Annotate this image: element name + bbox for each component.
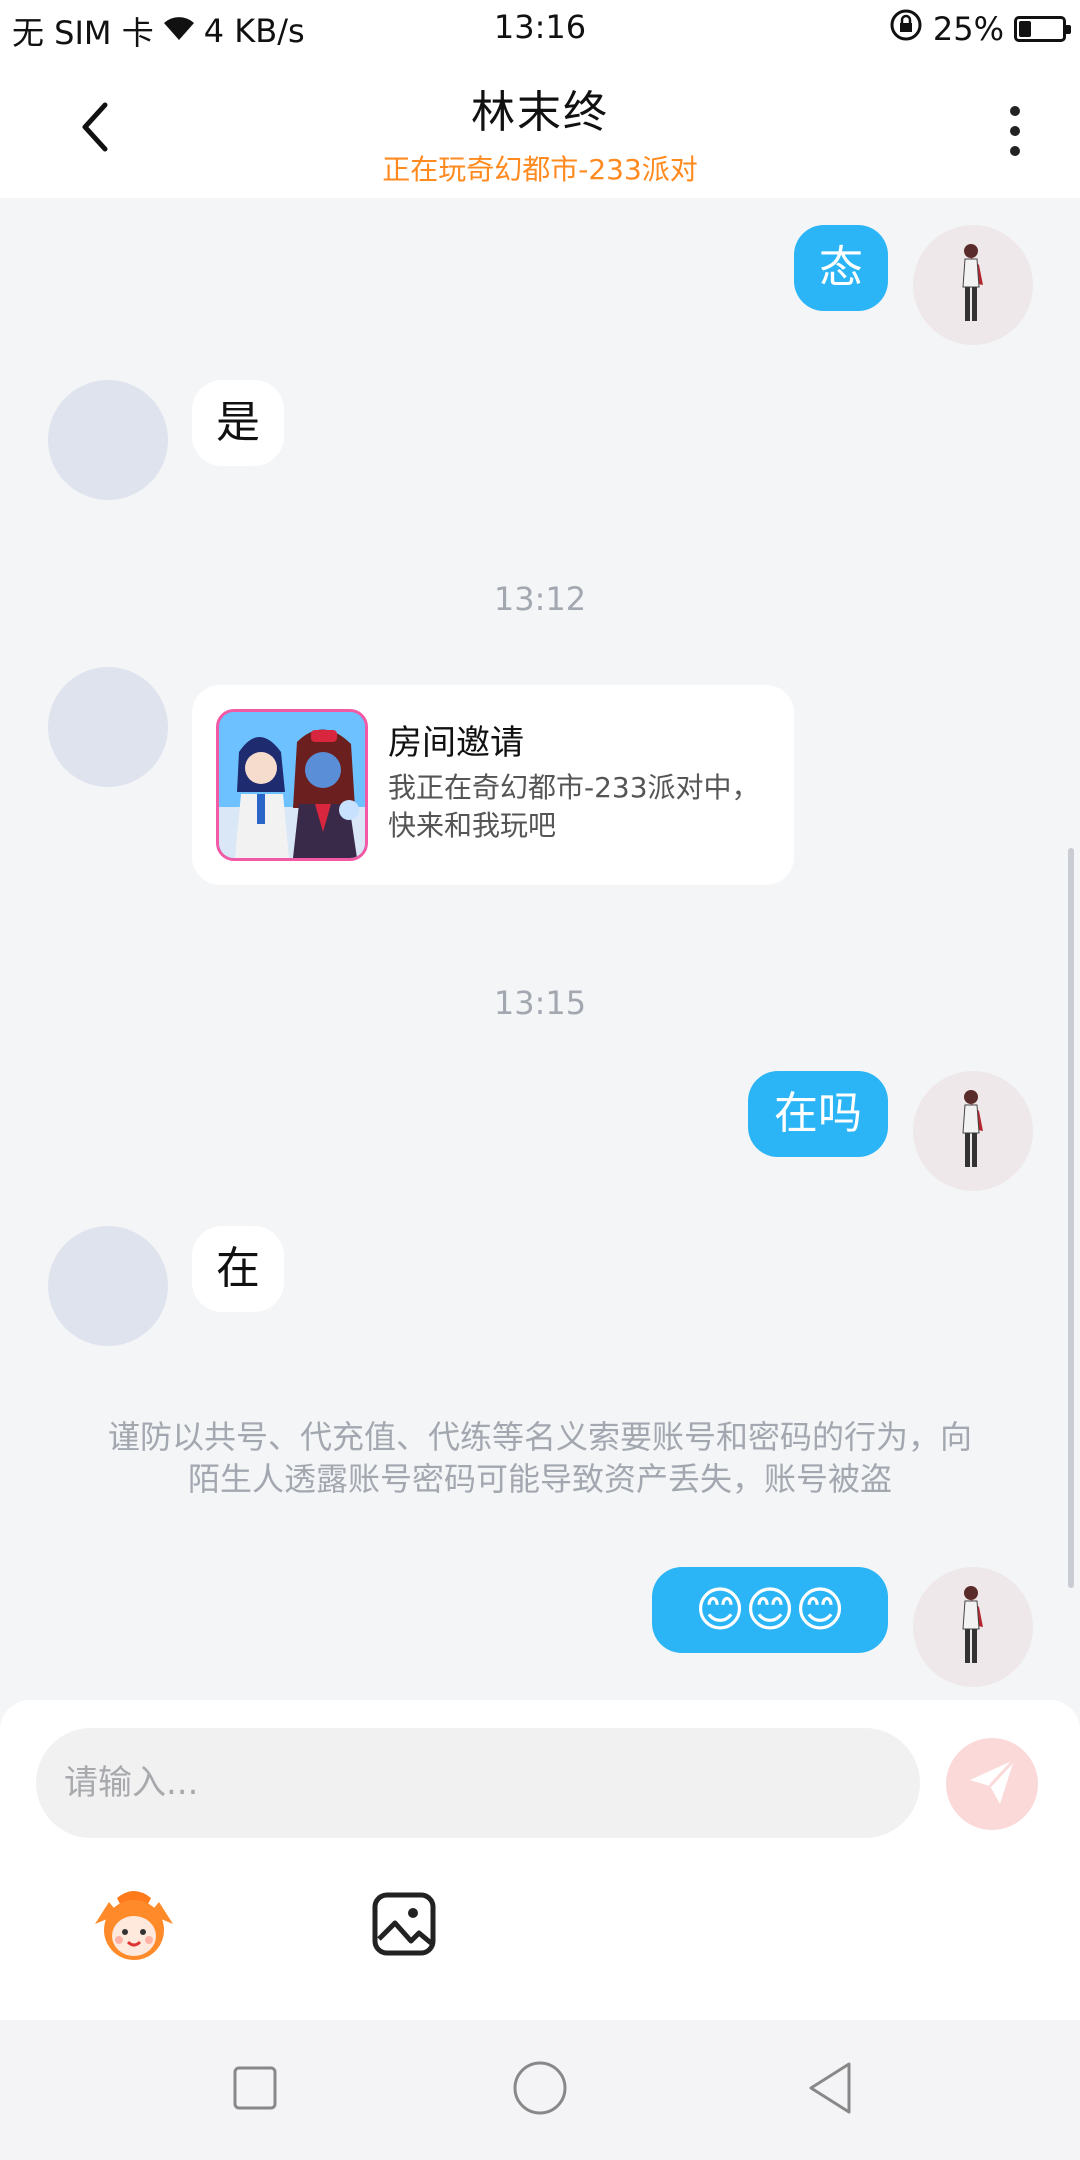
message-bubble-sent[interactable]: 态	[794, 225, 888, 311]
my-avatar[interactable]	[913, 1567, 1033, 1687]
back-icon	[805, 2060, 855, 2120]
system-nav-bar	[0, 2020, 1080, 2160]
security-notice: 谨防以共号、代充值、代练等名义索要账号和密码的行为，向陌生人透露账号密码可能导致…	[107, 1418, 972, 1498]
send-button[interactable]	[946, 1738, 1038, 1830]
message-input[interactable]	[36, 1728, 920, 1838]
message-timestamp: 13:12	[493, 580, 587, 618]
contact-name: 林末终	[471, 87, 609, 138]
emoji-mascot-icon	[89, 1884, 179, 1968]
contact-avatar[interactable]	[48, 1226, 168, 1346]
send-icon	[966, 1756, 1018, 1812]
battery-percent: 25%	[932, 10, 1004, 48]
invite-title: 房间邀请	[388, 723, 524, 763]
character-figure-icon	[962, 1090, 983, 1167]
emoji-button[interactable]	[84, 1876, 184, 1976]
contact-avatar[interactable]	[48, 667, 168, 787]
character-figure-icon	[962, 1586, 983, 1663]
message-bubble-received[interactable]: 是	[192, 380, 284, 466]
message-bubble-received[interactable]: 在	[192, 1226, 284, 1312]
chat-message-list[interactable]: 态 是 13:12 房间邀请 我正在奇幻都市-233派对中，快来和我玩吧 13:…	[0, 198, 1080, 1700]
game-thumbnail	[216, 709, 368, 861]
invite-description: 我正在奇幻都市-233派对中，快来和我玩吧	[388, 771, 760, 842]
my-avatar[interactable]	[913, 1071, 1033, 1191]
status-bar: 无 SIM 卡 4 KB/s 13:16 25%	[0, 0, 1080, 56]
back-nav-button[interactable]	[790, 2050, 870, 2130]
recents-button[interactable]	[215, 2050, 295, 2130]
message-bubble-sent[interactable]: 😊😊😊	[652, 1567, 888, 1653]
image-picker-button[interactable]	[354, 1876, 454, 1976]
image-icon	[371, 1891, 437, 1961]
contact-avatar[interactable]	[48, 380, 168, 500]
more-vertical-icon-dot	[1010, 106, 1020, 116]
my-avatar[interactable]	[913, 225, 1033, 345]
home-button[interactable]	[500, 2050, 580, 2130]
room-invite-card[interactable]: 房间邀请 我正在奇幻都市-233派对中，快来和我玩吧	[192, 685, 794, 885]
recents-icon	[232, 2065, 278, 2115]
home-icon	[512, 2060, 568, 2120]
message-timestamp: 13:15	[493, 984, 587, 1022]
chat-header: 林末终 正在玩奇幻都市-233派对	[0, 56, 1080, 198]
message-composer	[0, 1700, 1080, 2020]
message-bubble-sent[interactable]: 在吗	[748, 1071, 888, 1157]
rotation-lock-icon	[889, 8, 923, 50]
more-options-button[interactable]	[990, 96, 1040, 166]
character-figure-icon	[962, 244, 983, 321]
battery-icon	[1014, 16, 1071, 42]
contact-status[interactable]: 正在玩奇幻都市-233派对	[0, 148, 1080, 188]
chat-scrollbar[interactable]	[1068, 848, 1074, 1588]
more-vertical-icon-dot	[1010, 126, 1020, 136]
more-vertical-icon-dot	[1010, 146, 1020, 156]
clock: 13:16	[493, 8, 587, 46]
